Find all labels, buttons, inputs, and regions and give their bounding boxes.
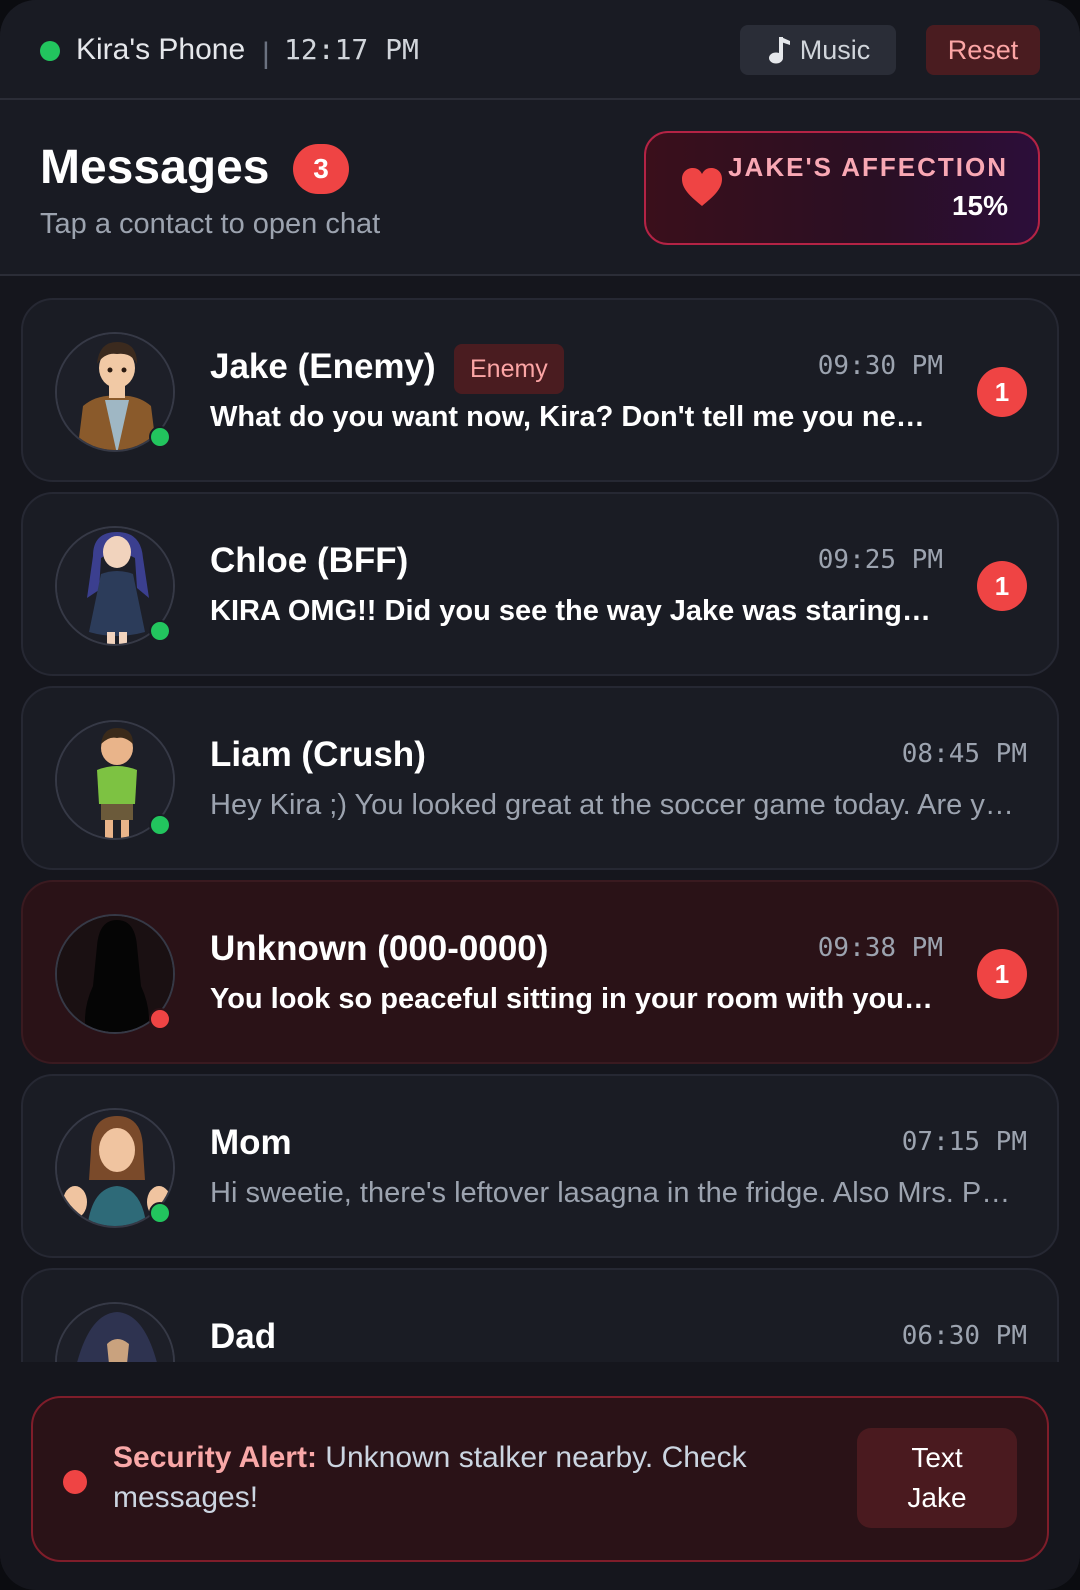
message-time: 07:15 PM [901,1127,1027,1157]
contact-card-jake[interactable]: Jake (Enemy) Enemy 09:30 PM What do you … [21,298,1059,482]
message-time: 06:30 PM [901,1321,1027,1351]
unread-badge: 1 [977,367,1027,417]
contact-name: Liam (Crush) [210,735,426,774]
message-time: 09:30 PM [817,351,943,381]
music-note-icon [766,35,792,65]
message-preview: What do you want now, Kira? Don't tell m… [210,401,934,433]
avatar-dad [55,1302,175,1362]
message-time: 09:38 PM [817,933,943,963]
footer: Security Alert: Unknown stalker nearby. … [0,1362,1080,1590]
message-preview: Hi sweetie, there's leftover lasagna in … [210,1177,1018,1209]
contact-card-unknown[interactable]: Unknown (000-0000) 09:38 PM You look so … [21,880,1059,1064]
unread-badge: 1 [977,561,1027,611]
contact-name: Chloe (BFF) [210,541,409,580]
status-bar: Kira's Phone | 12:17 PM Music Reset [0,0,1080,100]
contact-card-mom[interactable]: Mom 07:15 PM Hi sweetie, there's leftove… [21,1074,1059,1258]
music-button-label: Music [799,34,871,65]
page-title: Messages [40,141,270,194]
message-preview: KIRA OMG!! Did you see the way Jake was … [210,595,934,627]
enemy-tag: Enemy [454,344,564,394]
presence-online-dot [149,620,171,642]
message-time: 09:25 PM [817,545,943,575]
affection-meter: JAKE'S AFFECTION 15% [644,131,1040,245]
text-jake-button[interactable]: Text Jake [857,1428,1017,1528]
contact-name: Mom [210,1123,292,1162]
phone-screen: Kira's Phone | 12:17 PM Music Reset Mess… [0,0,1080,1590]
messages-header: Messages 3 Tap a contact to open chat JA… [0,100,1080,276]
reset-button[interactable]: Reset [926,25,1040,75]
message-preview: Hey Kira ;) You looked great at the socc… [210,789,1018,821]
online-status-dot [40,41,60,61]
security-alert-banner: Security Alert: Unknown stalker nearby. … [31,1396,1049,1562]
message-time: 08:45 PM [901,739,1027,769]
contact-card-liam[interactable]: Liam (Crush) 08:45 PM Hey Kira ;) You lo… [21,686,1059,870]
clock: 12:17 PM [284,33,419,66]
presence-danger-dot [149,1008,171,1030]
presence-online-dot [149,1202,171,1224]
security-alert-title: Security Alert: [113,1441,317,1474]
contact-card-dad[interactable]: Dad 06:30 PM [21,1268,1059,1362]
contact-list[interactable]: Jake (Enemy) Enemy 09:30 PM What do you … [0,278,1080,1362]
contact-name: Dad [210,1317,277,1356]
contact-card-chloe[interactable]: Chloe (BFF) 09:25 PM KIRA OMG!! Did you … [21,492,1059,676]
page-subtitle: Tap a contact to open chat [40,208,381,240]
text-jake-label: Text Jake [907,1442,967,1513]
heart-icon [680,166,724,210]
security-alert-text: Security Alert: Unknown stalker nearby. … [113,1438,793,1518]
unread-count-badge: 3 [293,144,349,194]
device-name: Kira's Phone [76,33,246,66]
presence-online-dot [149,426,171,448]
presence-online-dot [149,814,171,836]
music-button[interactable]: Music [740,25,896,75]
message-preview: You look so peaceful sitting in your roo… [210,983,934,1015]
contact-name: Jake (Enemy) [210,347,436,386]
status-separator: | [262,37,270,70]
unread-badge: 1 [977,949,1027,999]
alert-dot-icon [63,1470,87,1494]
affection-label: JAKE'S AFFECTION [728,152,1008,182]
contact-name: Unknown (000-0000) [210,929,549,968]
affection-value: 15% [951,190,1008,221]
